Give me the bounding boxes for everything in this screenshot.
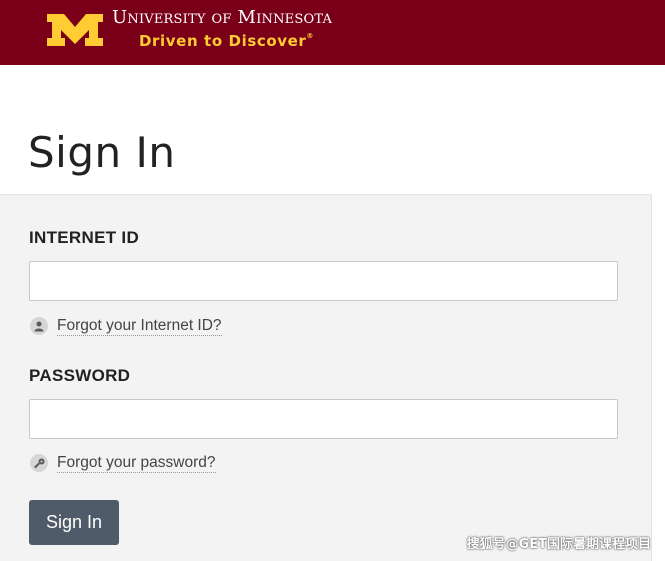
internet-id-label: INTERNET ID bbox=[29, 228, 140, 247]
sign-in-button[interactable]: Sign In bbox=[29, 500, 119, 545]
password-input[interactable] bbox=[29, 399, 618, 439]
block-m-logo[interactable] bbox=[45, 12, 105, 48]
page-title: Sign In bbox=[28, 128, 176, 177]
internet-id-input[interactable] bbox=[29, 261, 618, 301]
registered-mark: ® bbox=[306, 32, 315, 40]
forgot-password-row: Forgot your password? bbox=[30, 452, 216, 474]
person-icon bbox=[30, 317, 48, 335]
tagline-text: Driven to Discover bbox=[139, 32, 307, 50]
watermark: 搜狐号@GET国际暑期课程项目 bbox=[466, 537, 651, 552]
forgot-password-link[interactable]: Forgot your password? bbox=[57, 454, 216, 473]
forgot-id-row: Forgot your Internet ID? bbox=[30, 315, 222, 337]
university-name[interactable]: University of Minnesota bbox=[112, 7, 332, 28]
password-label: PASSWORD bbox=[29, 366, 131, 385]
forgot-internet-id-link[interactable]: Forgot your Internet ID? bbox=[57, 317, 222, 336]
key-icon bbox=[30, 454, 48, 472]
tagline: Driven to Discover® bbox=[139, 32, 314, 50]
site-header: University of Minnesota Driven to Discov… bbox=[0, 0, 665, 65]
